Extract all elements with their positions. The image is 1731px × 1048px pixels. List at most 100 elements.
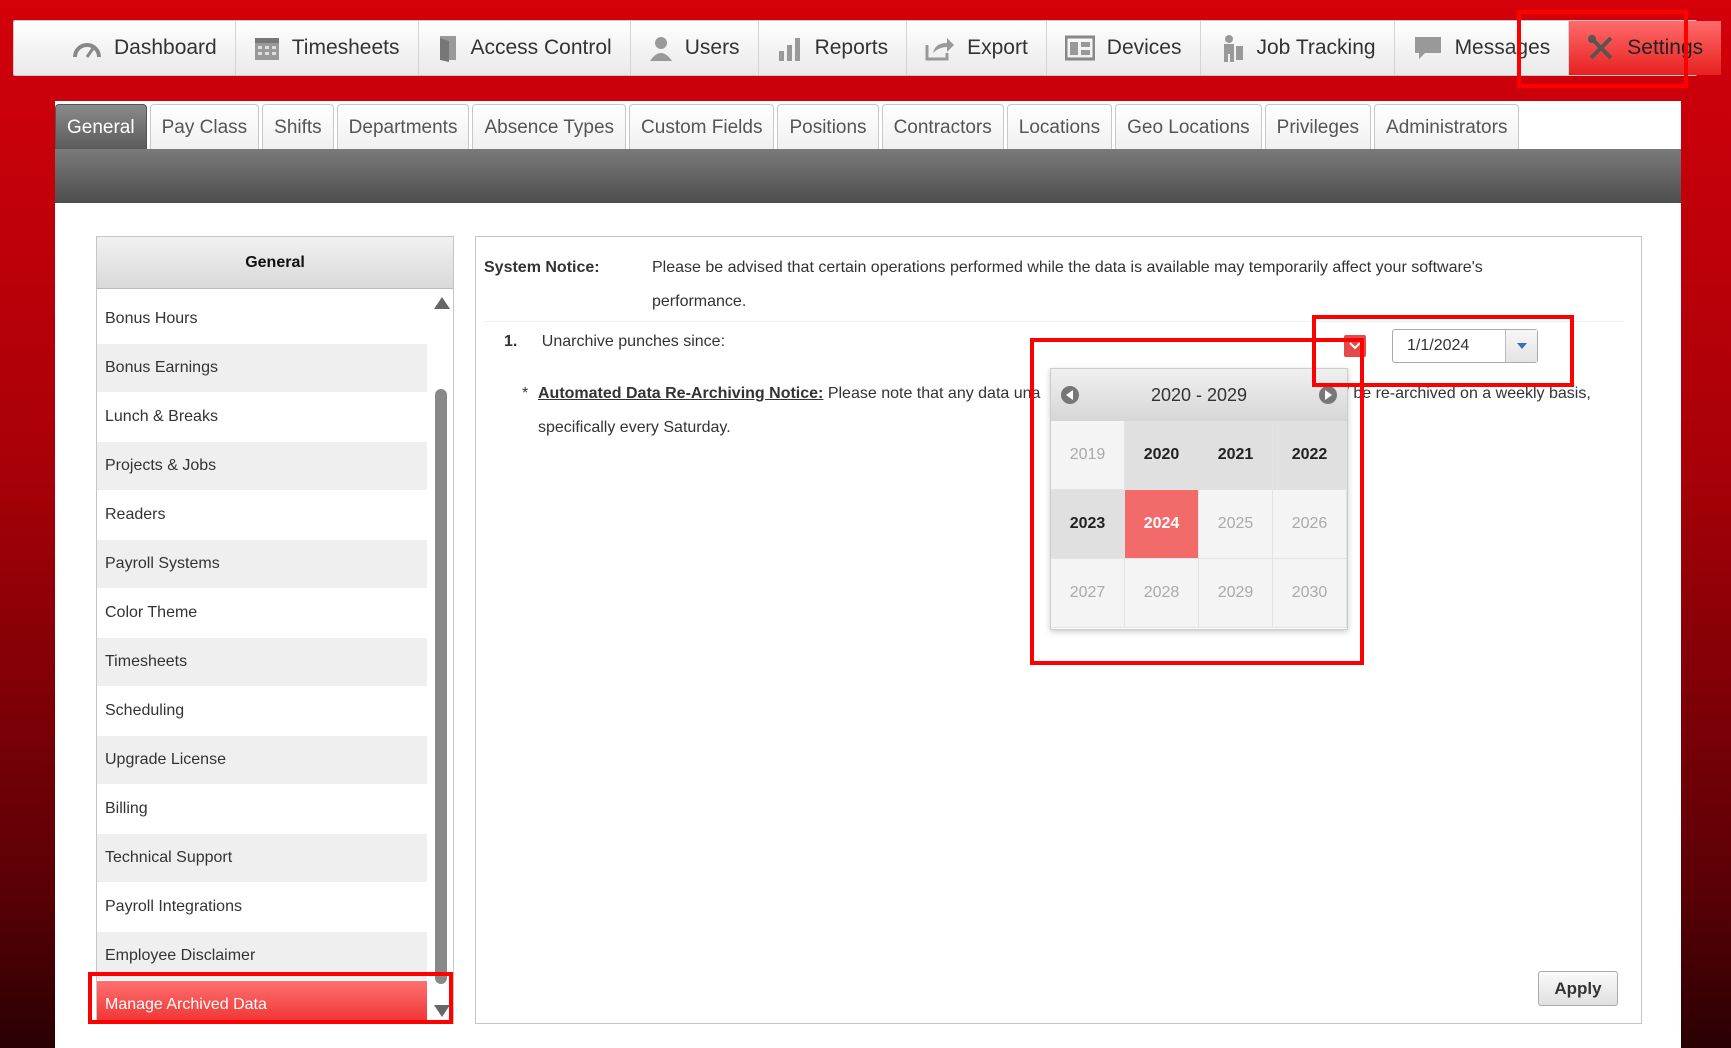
sidebar-item-bonus-earnings[interactable]: Bonus Earnings — [97, 344, 427, 393]
sidebar-item-billing[interactable]: Billing — [97, 785, 427, 834]
toolbar-strip — [55, 149, 1681, 203]
unarchive-date-picker[interactable]: 1/1/2024 — [1392, 329, 1538, 363]
year-cell[interactable]: 2025 — [1199, 490, 1273, 559]
year-picker-popup: 2020 - 2029 2019 2020 2021 2022 2023 202… — [1050, 368, 1348, 630]
date-value[interactable]: 1/1/2024 — [1393, 337, 1505, 355]
dashboard-icon — [73, 43, 101, 58]
sidebar-item-scheduling[interactable]: Scheduling — [97, 687, 427, 736]
tab-positions[interactable]: Positions — [777, 104, 879, 150]
year-cell[interactable]: 2023 — [1051, 490, 1125, 559]
item-number: 1. — [504, 333, 518, 350]
note-asterisk: * — [522, 385, 529, 402]
wrench-screwdriver-icon — [1588, 35, 1613, 60]
tab-absence-types[interactable]: Absence Types — [472, 104, 627, 150]
date-dropdown-button[interactable] — [1505, 330, 1537, 362]
settings-sidebar: General Bonus Hours Bonus Earnings Lunch… — [96, 236, 454, 1024]
export-icon — [925, 38, 955, 61]
sidebar-item-bonus-hours[interactable]: Bonus Hours — [97, 295, 427, 344]
year-cell[interactable]: 2030 — [1273, 559, 1347, 628]
archived-data-panel: System Notice: Please be advised that ce… — [475, 236, 1642, 1024]
year-cell[interactable]: 2026 — [1273, 490, 1347, 559]
tab-custom-fields[interactable]: Custom Fields — [629, 104, 775, 150]
tab-administrators[interactable]: Administrators — [1374, 104, 1520, 150]
tab-departments[interactable]: Departments — [336, 104, 470, 150]
devices-icon — [1064, 35, 1095, 61]
job-tracking-icon — [1223, 35, 1243, 62]
message-icon — [1414, 37, 1441, 59]
year-cell[interactable]: 2028 — [1125, 559, 1199, 628]
nav-settings-label: Settings — [1627, 36, 1704, 59]
note-text-start: Please note that any data una — [827, 385, 1041, 402]
calendar-toggle-icon[interactable] — [1344, 335, 1366, 357]
year-cell[interactable]: 2027 — [1051, 559, 1125, 628]
nav-access-control-label: Access Control — [470, 36, 612, 59]
sidebar-item-manage-archived-data[interactable]: Manage Archived Data — [97, 981, 427, 1023]
tab-privileges[interactable]: Privileges — [1264, 104, 1372, 150]
divider — [484, 321, 1624, 322]
tab-pay-class[interactable]: Pay Class — [149, 104, 260, 150]
sidebar-item-upgrade-license[interactable]: Upgrade License — [97, 736, 427, 785]
nav-timesheets-label: Timesheets — [291, 36, 400, 59]
nav-job-tracking-label: Job Tracking — [1256, 36, 1376, 59]
unarchive-label: Unarchive punches since: — [541, 333, 726, 350]
scroll-down-arrow-icon[interactable] — [434, 1005, 450, 1017]
scroll-thumb[interactable] — [435, 389, 447, 984]
nav-users-label: Users — [684, 36, 740, 59]
calendar-icon — [254, 38, 279, 60]
door-icon — [439, 36, 456, 62]
tab-contractors[interactable]: Contractors — [881, 104, 1004, 150]
nav-timesheets[interactable]: Timesheets — [236, 21, 419, 75]
nav-dashboard[interactable]: Dashboard — [54, 21, 236, 75]
sidebar-item-payroll-integrations[interactable]: Payroll Integrations — [97, 883, 427, 932]
nav-users[interactable]: Users — [631, 21, 759, 75]
year-cell[interactable]: 2021 — [1199, 421, 1273, 490]
nav-access-control[interactable]: Access Control — [419, 21, 631, 75]
nav-devices[interactable]: Devices — [1047, 21, 1201, 75]
year-cell[interactable]: 2020 — [1125, 421, 1199, 490]
sidebar-item-technical-support[interactable]: Technical Support — [97, 834, 427, 883]
tab-locations[interactable]: Locations — [1006, 104, 1113, 150]
nav-reports-label: Reports — [814, 36, 889, 59]
sidebar-title: General — [97, 237, 453, 289]
nav-reports[interactable]: Reports — [759, 21, 908, 75]
year-grid: 2019 2020 2021 2022 2023 2024 2025 2026 … — [1051, 421, 1347, 628]
user-icon — [649, 37, 672, 61]
year-cell[interactable]: 2029 — [1199, 559, 1273, 628]
nav-dashboard-label: Dashboard — [114, 36, 217, 59]
year-cell[interactable]: 2019 — [1051, 421, 1125, 490]
sidebar-item-projects-jobs[interactable]: Projects & Jobs — [97, 442, 427, 491]
sidebar-item-employee-disclaimer[interactable]: Employee Disclaimer — [97, 932, 427, 981]
system-notice-text: Please be advised that certain operation… — [652, 259, 1483, 310]
sidebar-item-lunch-breaks[interactable]: Lunch & Breaks — [97, 393, 427, 442]
sidebar-item-readers[interactable]: Readers — [97, 491, 427, 540]
previous-decade-icon[interactable] — [1061, 386, 1079, 404]
note-title: Automated Data Re-Archiving Notice: — [538, 385, 824, 402]
sidebar-list: Bonus Hours Bonus Earnings Lunch & Break… — [97, 295, 427, 1023]
sidebar-item-payroll-systems[interactable]: Payroll Systems — [97, 540, 427, 589]
nav-job-tracking[interactable]: Job Tracking — [1201, 21, 1395, 75]
year-cell[interactable]: 2022 — [1273, 421, 1347, 490]
nav-messages[interactable]: Messages — [1395, 21, 1570, 75]
chevron-down-icon — [1516, 343, 1527, 349]
sidebar-item-timesheets[interactable]: Timesheets — [97, 638, 427, 687]
unarchive-row: 1. Unarchive punches since: — [504, 333, 725, 351]
settings-tabs: General Pay Class Shifts Departments Abs… — [55, 104, 1520, 150]
system-notice-label: System Notice: — [484, 259, 600, 276]
calendar-header: 2020 - 2029 — [1051, 369, 1347, 421]
tab-general[interactable]: General — [55, 104, 147, 150]
nav-settings[interactable]: Settings — [1569, 21, 1722, 75]
apply-button[interactable]: Apply — [1538, 971, 1618, 1006]
year-cell-selected[interactable]: 2024 — [1125, 490, 1199, 559]
sidebar-item-color-theme[interactable]: Color Theme — [97, 589, 427, 638]
bar-chart-icon — [778, 38, 800, 61]
next-decade-icon[interactable] — [1319, 386, 1337, 404]
nav-devices-label: Devices — [1106, 36, 1182, 59]
tab-geo-locations[interactable]: Geo Locations — [1115, 104, 1262, 150]
nav-export[interactable]: Export — [907, 21, 1047, 75]
nav-export-label: Export — [967, 36, 1028, 59]
decade-range-label[interactable]: 2020 - 2029 — [1151, 385, 1247, 406]
scroll-up-arrow-icon[interactable] — [434, 297, 450, 309]
nav-messages-label: Messages — [1454, 36, 1551, 59]
tab-shifts[interactable]: Shifts — [262, 104, 334, 150]
sidebar-scrollbar[interactable] — [429, 289, 453, 1023]
